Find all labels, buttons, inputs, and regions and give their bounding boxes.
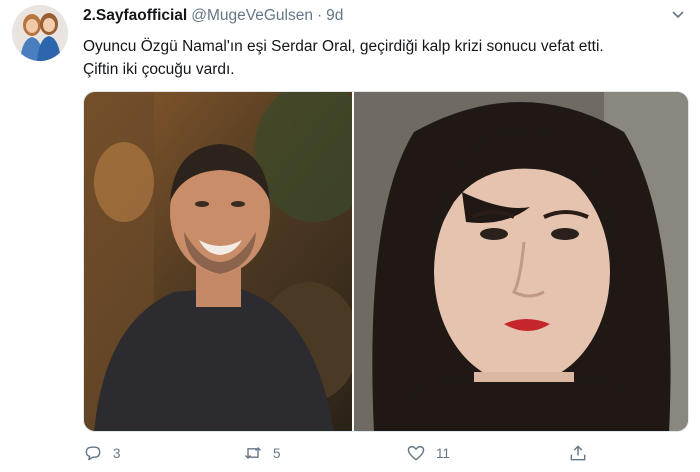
tweet-text: Oyuncu Özgü Namal'ın eşi Serdar Oral, ge… <box>83 35 688 81</box>
reply-action[interactable]: 3 <box>83 443 121 463</box>
avatar-image <box>12 5 68 61</box>
tweet-actions: 3 5 11 <box>83 443 603 467</box>
share-icon[interactable] <box>568 443 588 463</box>
reply-count: 3 <box>113 445 121 461</box>
heart-icon[interactable] <box>406 443 426 463</box>
retweet-icon[interactable] <box>243 443 263 463</box>
share-action[interactable] <box>568 443 588 463</box>
tweet-text-line: Oyuncu Özgü Namal'ın eşi Serdar Oral, ge… <box>83 38 604 55</box>
author-name[interactable]: 2.Sayfaofficial <box>83 7 187 24</box>
tweet-text-line: Çiftin iki çocuğu vardı. <box>83 61 235 78</box>
author-handle[interactable]: @MugeVeGulsen <box>191 7 313 24</box>
photo-man[interactable] <box>84 92 352 431</box>
retweet-count: 5 <box>273 445 281 461</box>
retweet-action[interactable]: 5 <box>243 443 281 463</box>
photo-woman[interactable] <box>354 92 688 431</box>
tweet-media[interactable] <box>83 91 689 432</box>
tweet[interactable]: 2.Sayfaofficial @MugeVeGulsen · 9d Oyuncu Ö… <box>0 0 700 472</box>
reply-icon[interactable] <box>83 443 103 463</box>
chevron-down-icon[interactable] <box>670 6 686 22</box>
tweet-timestamp[interactable]: 9d <box>326 7 343 24</box>
like-action[interactable]: 11 <box>406 443 450 463</box>
like-count: 11 <box>436 445 451 461</box>
tweet-header: 2.Sayfaofficial @MugeVeGulsen · 9d <box>83 7 343 25</box>
avatar[interactable] <box>12 5 68 61</box>
separator-dot: · <box>316 7 323 24</box>
